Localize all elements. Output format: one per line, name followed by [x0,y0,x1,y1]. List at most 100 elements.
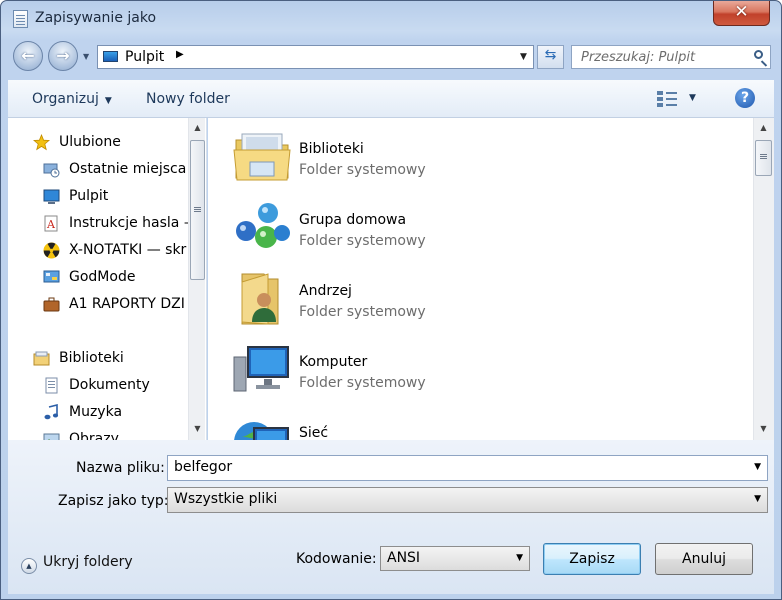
file-list-item[interactable]: Sieć [208,402,753,440]
filename-label: Nazwa pliku: [76,460,165,476]
hide-folders-button[interactable]: ▲ Ukryj foldery [21,554,133,574]
organize-button[interactable]: Organizuj ▼ [32,91,112,107]
sidebar-item[interactable]: X-NOTATKI — skr [8,239,188,263]
search-icon[interactable] [754,50,763,59]
cancel-button[interactable]: Anuluj [655,543,753,575]
star-icon [32,133,51,151]
organize-label: Organizuj [32,91,99,107]
scroll-up-icon[interactable]: ▲ [754,123,773,132]
sidebar-item-label: Muzyka [69,404,123,420]
sidebar-item[interactable]: GodMode [8,266,188,290]
computer-icon [232,341,292,397]
help-icon[interactable]: ? [735,88,755,108]
close-button[interactable]: ✕ [713,1,770,26]
filetype-select[interactable]: Wszystkie pliki ▼ [167,487,768,513]
sidebar-item[interactable]: A Instrukcje hasla — [8,212,188,236]
sidebar-item-label: A1 RAPORTY DZI [69,296,185,312]
file-list-scrollbar[interactable]: ▲ ▼ [753,118,774,440]
forward-button[interactable]: → [48,41,78,71]
breadcrumb-arrow-icon[interactable]: ▶ [176,49,184,60]
chevron-up-icon: ▲ [21,558,37,574]
item-name: Grupa domowa [299,212,407,228]
scrollbar-thumb[interactable] [190,140,205,280]
sidebar-item[interactable]: Muzyka [8,401,188,425]
title-bar[interactable]: Zapisywanie jako ✕ [1,1,781,37]
forward-arrow-icon: → [56,46,70,65]
search-input[interactable] [572,46,751,68]
view-options-dropdown[interactable]: ▼ [689,93,696,103]
back-button[interactable]: ← [13,41,43,71]
item-name: Andrzej [299,283,352,299]
chevron-down-icon: ▼ [754,494,761,504]
navigation-scrollbar[interactable]: ▲ ▼ [188,118,205,440]
homegroup-icon [232,199,292,255]
desktop-icon [43,188,60,205]
file-list: Biblioteki Folder systemowy Grupa domowa Fo… [208,118,753,440]
address-bar[interactable]: Pulpit ▶ ▼ [97,45,534,69]
hide-folders-label: Ukryj foldery [43,554,133,570]
filename-input[interactable]: belfegor ▼ [167,455,768,481]
search-box[interactable] [571,45,771,69]
control-panel-icon [43,269,60,286]
file-list-item[interactable]: Biblioteki Folder systemowy [208,118,753,189]
navigation-bar: ← → ▼ Pulpit ▶ ▼ ⇆ [1,37,781,77]
sidebar-item-label: Biblioteki [59,350,124,366]
sidebar-item[interactable]: Obrazy [8,428,188,440]
sidebar-item[interactable]: A1 RAPORTY DZI [8,293,188,317]
sidebar-item-label: Ulubione [59,134,121,150]
recent-locations-dropdown[interactable]: ▼ [83,52,89,61]
documents-icon [43,377,60,394]
file-list-item[interactable]: Grupa domowa Folder systemowy [208,189,753,260]
sidebar-item-label: Ostatnie miejsca [69,161,187,177]
sidebar-item[interactable]: Ulubione [8,131,188,155]
network-icon [232,412,292,440]
sidebar-item[interactable]: Ostatnie miejsca [8,158,188,182]
command-bar: Organizuj ▼ Nowy folder ▼ ? [8,80,774,118]
file-list-item[interactable]: Andrzej Folder systemowy [208,260,753,331]
chevron-down-icon[interactable]: ▼ [754,462,761,472]
item-type: Folder systemowy [299,375,426,391]
recent-places-icon [43,161,60,178]
item-name: Sieć [299,425,329,440]
filename-value[interactable]: belfegor [174,459,232,475]
sidebar-item-label: Instrukcje hasla — [69,215,188,231]
sidebar-item-label: Obrazy [69,431,119,440]
sidebar-item[interactable]: Dokumenty [8,374,188,398]
refresh-icon: ⇆ [544,47,557,63]
notepad-icon [13,10,28,28]
save-button[interactable]: Zapisz [543,543,641,575]
sidebar-item[interactable]: Pulpit [8,185,188,209]
scroll-down-icon[interactable]: ▼ [754,424,773,433]
new-folder-button[interactable]: Nowy folder [146,91,230,107]
item-type: Folder systemowy [299,304,426,320]
filetype-label: Zapisz jako typ: [58,493,169,509]
chevron-down-icon: ▼ [516,553,523,563]
address-dropdown-icon[interactable]: ▼ [520,52,527,62]
sidebar-item-label: Dokumenty [69,377,150,393]
libraries-folder-icon [232,128,292,184]
sidebar-item-label: X-NOTATKI — skr [69,242,187,258]
music-icon [43,403,60,421]
scrollbar-thumb[interactable] [755,140,772,176]
sidebar-item-label: GodMode [69,269,136,285]
sidebar-item[interactable]: Biblioteki [8,347,188,371]
scroll-down-icon[interactable]: ▼ [189,424,206,433]
encoding-select[interactable]: ANSI ▼ [380,546,530,571]
save-as-dialog: Zapisywanie jako ✕ ← → ▼ Pulpit ▶ ▼ ⇆ Or… [0,0,782,600]
back-arrow-icon: ← [21,46,35,65]
window-title: Zapisywanie jako [35,10,157,26]
pdf-document-icon: A [43,215,60,232]
encoding-label: Kodowanie: [296,551,377,567]
filetype-value: Wszystkie pliki [174,491,278,507]
navigation-tree: Ulubione Ostatnie miejsca Pulpit A Instrukcj… [8,118,188,440]
scroll-up-icon[interactable]: ▲ [189,123,206,132]
item-type: Folder systemowy [299,162,426,178]
desktop-icon [103,51,118,62]
change-view-icon[interactable] [657,90,677,108]
encoding-value: ANSI [387,550,421,566]
refresh-button[interactable]: ⇆ [537,45,564,69]
breadcrumb-pulpit[interactable]: Pulpit [125,49,164,65]
briefcase-icon [43,296,60,313]
pictures-icon [43,431,60,440]
file-list-item[interactable]: Komputer Folder systemowy [208,331,753,402]
